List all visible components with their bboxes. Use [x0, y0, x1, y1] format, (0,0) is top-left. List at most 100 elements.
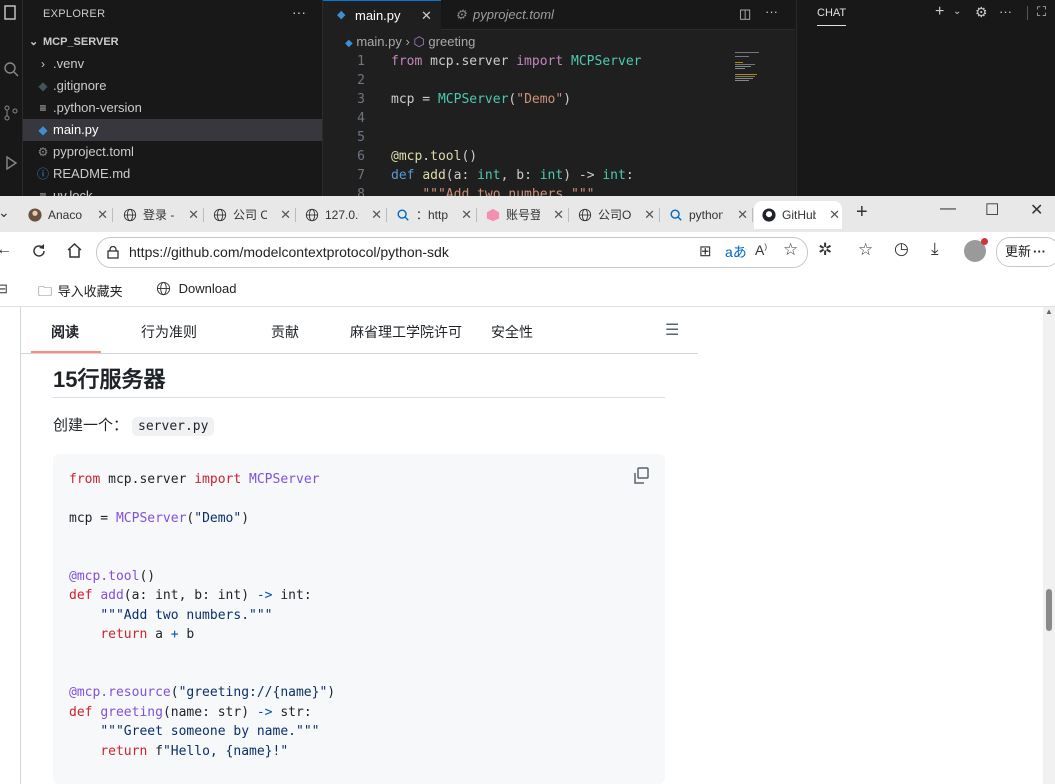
split-editor-icon[interactable]: ◫ [739, 6, 751, 22]
code-line[interactable]: 2 [323, 71, 723, 90]
address-bar[interactable]: https://github.com/modelcontextprotocol/… [96, 237, 808, 268]
tree-item[interactable]: ⚙ pyproject.toml [23, 141, 322, 163]
browser-tab[interactable]: python ✕ [661, 201, 750, 229]
tree-item[interactable]: ≡ .python-version [23, 97, 322, 119]
browser-tab[interactable]: 登录 - ✕ [115, 201, 201, 229]
maximize-icon[interactable]: ⛶ [1037, 4, 1046, 20]
tree-item[interactable]: ⓘ README.md [23, 163, 322, 185]
maximize-icon[interactable]: ☐ [985, 200, 999, 220]
close-tab-icon[interactable]: ✕ [644, 201, 655, 229]
tab-actions-icon[interactable]: ⌄ [0, 204, 10, 221]
close-tab-icon[interactable]: ✕ [97, 201, 108, 229]
browser-tab[interactable]: Anaco ✕ [20, 201, 110, 229]
close-tab-icon[interactable]: ✕ [280, 201, 291, 229]
refresh-icon[interactable] [31, 243, 47, 259]
close-tab-icon[interactable]: ✕ [553, 201, 564, 229]
downloads-icon[interactable]: ⤓ [931, 239, 939, 259]
browser-tab[interactable]: 公司OL ✕ [570, 201, 657, 229]
avatar[interactable] [964, 238, 988, 262]
readme-pane: 阅读 行为准则 贡献 麻省理工学院许可 安全性 ☰ 15行服务器 创建一个： se… [20, 307, 699, 784]
favorite-download[interactable]: Download [156, 281, 236, 296]
minimap[interactable] [733, 50, 773, 90]
breadcrumb-file[interactable]: main.py [356, 34, 402, 49]
tree-item[interactable]: ◆ .gitignore [23, 75, 322, 97]
run-debug-icon[interactable] [2, 154, 20, 172]
page-scrollbar[interactable]: ▲ [1043, 307, 1055, 784]
gear-icon[interactable]: ⚙ [975, 4, 988, 21]
close-window-icon[interactable]: ✕ [1030, 200, 1043, 220]
translate-icon[interactable]: aあ [725, 242, 747, 262]
close-tab-icon[interactable]: ✕ [461, 201, 472, 229]
tab-main-py[interactable]: ◆ main.py ✕ [323, 0, 441, 30]
tab-readme[interactable]: 阅读 [51, 322, 79, 342]
tree-item[interactable]: › .venv [23, 53, 322, 75]
favorite-import[interactable]: 🗀 导入收藏夹 [38, 281, 123, 305]
scrollbar-thumb[interactable] [1046, 589, 1052, 631]
close-tab-icon[interactable]: ✕ [829, 201, 840, 229]
code-line[interactable]: 1 from mcp.server import MCPServer [323, 52, 723, 71]
extensions-icon[interactable]: ✲ [818, 240, 832, 260]
tab-separator [386, 208, 387, 222]
url-text[interactable]: https://github.com/modelcontextprotocol/… [129, 244, 449, 260]
source-control-icon[interactable] [2, 104, 20, 122]
copy-icon[interactable] [631, 466, 651, 486]
app-available-icon[interactable]: ⊞ [699, 242, 712, 260]
search-icon[interactable] [2, 60, 20, 78]
read-aloud-icon[interactable]: A) [755, 242, 767, 258]
tab-pyproject-toml[interactable]: ⚙ pyproject.toml [443, 0, 583, 29]
browser-tab[interactable]: 账号登 ✕ [478, 201, 566, 229]
collections-icon[interactable]: ⊟ [0, 281, 8, 297]
favorites-icon[interactable]: ☆ [858, 240, 873, 260]
back-icon[interactable]: ← [0, 241, 12, 259]
python-icon: ◆ [337, 9, 346, 21]
tab-contributing[interactable]: 贡献 [271, 322, 299, 342]
browser-tab[interactable]: GitHub ✕ [754, 201, 842, 229]
code-line[interactable]: 4 [323, 109, 723, 128]
code-line[interactable]: 6 @mcp.tool() [323, 147, 723, 166]
new-tab-icon[interactable]: + [856, 201, 868, 224]
code-line[interactable]: 3 mcp = MCPServer("Demo") [323, 90, 723, 109]
files-icon[interactable] [2, 4, 20, 22]
close-tab-icon[interactable]: ✕ [371, 201, 382, 229]
editor-more-icon[interactable]: ··· [765, 4, 778, 19]
tab-separator [476, 208, 477, 222]
plus-icon[interactable]: + [935, 3, 944, 21]
chat-title[interactable]: CHAT [817, 7, 847, 26]
globe-icon [156, 281, 171, 296]
more-actions-icon[interactable]: ··· [999, 4, 1012, 19]
close-icon[interactable]: ✕ [421, 1, 432, 30]
code-line[interactable]: 5 [323, 128, 723, 147]
tab-title: python [689, 208, 723, 222]
tree-item[interactable]: ◆ main.py [23, 119, 322, 141]
close-tab-icon[interactable]: ✕ [737, 201, 748, 229]
minimize-icon[interactable]: — [940, 200, 956, 218]
tree-item[interactable]: ≡ uv.lock [23, 185, 322, 196]
history-icon[interactable]: ◷ [894, 239, 909, 259]
tab-mit-license[interactable]: 麻省理工学院许可 [350, 322, 462, 342]
outline-icon[interactable]: ☰ [665, 320, 679, 340]
breadcrumb-symbol[interactable]: greeting [428, 34, 475, 49]
code-block[interactable]: from mcp.server import MCPServer mcp = MC… [53, 454, 665, 784]
close-tab-icon[interactable]: ✕ [188, 201, 199, 229]
code-text: from mcp.server import MCPServer [391, 54, 642, 69]
browser-tab[interactable]: ：http ✕ [388, 201, 474, 229]
gear-icon: ⚙ [455, 7, 467, 22]
scroll-up-icon[interactable]: ▲ [1045, 307, 1053, 316]
code-line[interactable]: 7 def add(a: int, b: int) -> int: [323, 166, 723, 185]
more-actions-icon[interactable]: ··· [292, 4, 306, 20]
browser-tab[interactable]: 公司 O ✕ [205, 201, 293, 229]
browser-tab[interactable]: 127.0.0 ✕ [297, 201, 384, 229]
update-button[interactable]: 更新 ··· [996, 237, 1055, 267]
chevron-down-icon[interactable]: ⌄ [953, 6, 961, 17]
code-line[interactable]: 8 """Add two numbers.""" [323, 185, 723, 196]
tab-code-of-conduct[interactable]: 行为准则 [141, 322, 197, 342]
lock-icon[interactable] [107, 246, 119, 259]
favorite-star-icon[interactable]: ☆ [783, 240, 798, 260]
code-line: return a + b [100, 627, 195, 643]
tree-item-label: uv.lock [53, 188, 93, 196]
home-icon[interactable] [66, 242, 83, 259]
tab-security[interactable]: 安全性 [491, 322, 533, 342]
update-label: 更新 [1005, 244, 1032, 259]
github-icon [762, 208, 776, 222]
project-folder[interactable]: ⌄ MCP_SERVER [29, 36, 119, 48]
